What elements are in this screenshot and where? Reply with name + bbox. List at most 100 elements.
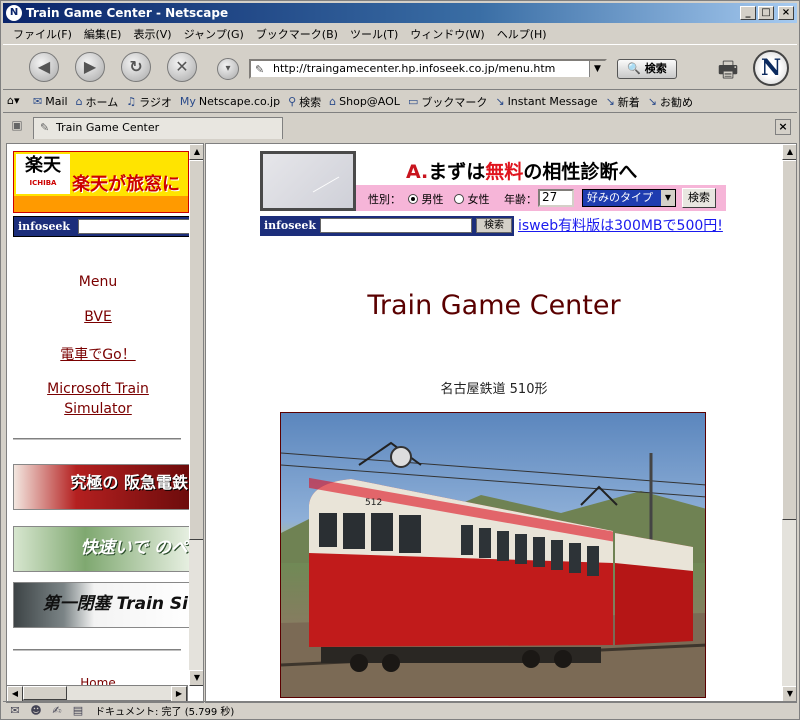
menu-bar: ファイル(F) 編集(E) 表示(V) ジャンプ(G) ブックマーク(B) ツー… <box>3 24 797 43</box>
stop-button[interactable]: ✕ <box>167 52 197 82</box>
infoseek-search-button[interactable]: 検索 <box>476 218 512 233</box>
mail-icon: ✉ <box>33 95 43 108</box>
search-icon: ⚲ <box>288 95 297 108</box>
minimize-button[interactable]: _ <box>740 6 756 20</box>
scroll-right-icon[interactable]: ▶ <box>171 686 187 702</box>
rakuten-slogan: 楽天が旅窓に <box>72 174 180 195</box>
train-illustration: 512 <box>281 441 705 697</box>
banner-first-block[interactable]: 第一閉塞 Train Si <box>13 582 189 628</box>
composer-icon[interactable]: ✍ <box>48 704 66 717</box>
train-window <box>371 513 393 551</box>
h-scroll-thumb[interactable] <box>23 686 67 700</box>
train-caption: 名古屋鉄道 510形 <box>440 382 548 397</box>
menu-view[interactable]: 表示(V) <box>127 26 177 42</box>
url-field[interactable]: ✎ http://traingamecenter.hp.infoseek.co.… <box>249 59 607 79</box>
infoseek-input-left[interactable] <box>78 219 189 234</box>
address-book-icon[interactable]: ▤ <box>69 704 87 717</box>
female-label: 女性 <box>467 193 490 206</box>
scroll-thumb[interactable] <box>782 160 796 520</box>
dating-ad[interactable]: A.まずは無料の相性診断へ 性別： 男性 女性 年齢： 27 好みのタイプ ▼ 検… <box>260 151 726 213</box>
mail-icon[interactable]: ✉ <box>6 704 24 717</box>
new-tab-icon[interactable]: ▣ <box>7 118 27 136</box>
rakuten-band <box>14 196 188 212</box>
back-button[interactable]: ◀ <box>29 52 59 82</box>
wheel <box>554 650 572 668</box>
close-tab-button[interactable]: × <box>775 119 791 135</box>
menu-go[interactable]: ジャンプ(G) <box>178 26 250 42</box>
train-window <box>343 513 365 549</box>
scroll-down-icon[interactable]: ▼ <box>189 670 203 686</box>
link-densha-de-go[interactable]: 電車でGo！ <box>7 344 189 364</box>
print-icon[interactable]: 🖶 <box>713 53 743 83</box>
netscape-logo-icon[interactable]: N <box>753 50 789 86</box>
link-bve[interactable]: BVE <box>7 309 189 325</box>
tab-train-game-center[interactable]: ✎ Train Game Center <box>33 117 283 139</box>
scroll-left-icon[interactable]: ◀ <box>7 686 23 702</box>
male-radio[interactable]: 男性 <box>408 191 444 207</box>
scroll-up-icon[interactable]: ▲ <box>189 144 203 160</box>
type-select-value: 好みのタイプ <box>587 191 653 204</box>
rakuten-logo-sub: ICHIBA <box>29 179 57 187</box>
scroll-up-icon[interactable]: ▲ <box>782 144 796 160</box>
toolbar-im-label: Instant Message <box>507 95 598 108</box>
ad-form: 性別： 男性 女性 年齢： 27 好みのタイプ ▼ 検索 <box>356 185 726 211</box>
banner-hankyu[interactable]: 究極の 阪急電鉄 <box>13 464 189 510</box>
toolbar-home[interactable]: ⌂ ホーム <box>76 94 119 110</box>
reload-button[interactable]: ↻ <box>121 52 151 82</box>
infoseek-input-right[interactable] <box>320 218 472 233</box>
type-select[interactable]: 好みのタイプ ▼ <box>582 189 676 207</box>
toolbar-bookmarks[interactable]: ▭ ブックマーク <box>408 94 487 110</box>
train-window <box>399 515 421 553</box>
scroll-thumb[interactable] <box>189 160 203 540</box>
left-vertical-scrollbar[interactable]: ▲ ▼ <box>189 144 203 686</box>
scroll-down-icon[interactable]: ▼ <box>782 686 796 702</box>
toolbar-bookmarks-label: ブックマーク <box>421 95 488 109</box>
toolbar-home-label: ホーム <box>85 95 119 109</box>
toolbar-netscape[interactable]: My Netscape.co.jp <box>180 95 280 108</box>
menu-tools[interactable]: ツール(T) <box>344 26 404 42</box>
rakuten-logo: 楽天 ICHIBA <box>16 154 70 194</box>
toolbar-recommend[interactable]: ↘ お勧め <box>648 94 693 110</box>
female-radio[interactable]: 女性 <box>454 191 490 207</box>
menu-help[interactable]: ヘルプ(H) <box>491 26 553 42</box>
train-window <box>319 513 337 547</box>
page-title: Train Game Center <box>367 290 621 321</box>
status-text: ドキュメント: 完了 (5.799 秒) <box>95 707 235 718</box>
navigation-toolbar: ◀ ▶ ↻ ✕ ▾ ✎ http://traingamecenter.hp.in… <box>3 44 797 90</box>
browser-window: N Train Game Center - Netscape _ □ × ファイ… <box>0 0 800 720</box>
toolbar-shop[interactable]: ⌂ Shop@AOL <box>329 95 400 108</box>
menu-window[interactable]: ウィンドウ(W) <box>404 26 490 42</box>
toolbar-search-label: 検索 <box>299 95 322 109</box>
toolbar-im[interactable]: ↘ Instant Message <box>495 95 597 108</box>
rakuten-logo-text: 楽天 <box>25 155 61 176</box>
tab-bar: ▣ ✎ Train Game Center × <box>3 114 797 142</box>
im-icon[interactable]: ☻ <box>27 704 45 717</box>
toolbar-radio[interactable]: ♫ ラジオ <box>126 94 172 110</box>
right-vertical-scrollbar[interactable]: ▲ ▼ <box>782 144 796 702</box>
home-tab-icon[interactable]: ⌂▾ <box>7 94 29 110</box>
toolbar-shop-label: Shop@AOL <box>339 95 400 108</box>
menu-edit[interactable]: 編集(E) <box>78 26 128 42</box>
infoseek-search-right: infoseek 検索 <box>260 216 514 236</box>
menu-bookmarks[interactable]: ブックマーク(B) <box>250 26 344 42</box>
menu-file[interactable]: ファイル(F) <box>7 26 78 42</box>
close-button[interactable]: × <box>778 6 794 20</box>
url-dropdown-icon[interactable]: ▼ <box>589 61 605 77</box>
link-ms-train-simulator[interactable]: Microsoft Train Simulator <box>7 379 189 419</box>
toolbar-search[interactable]: ⚲ 検索 <box>288 94 321 110</box>
title-bar: N Train Game Center - Netscape _ □ × <box>3 3 797 23</box>
toolbar-new[interactable]: ↘ 新着 <box>606 94 640 110</box>
history-dropdown-button[interactable]: ▾ <box>217 58 239 80</box>
search-button[interactable]: 🔍 検索 <box>617 59 677 79</box>
maximize-button[interactable]: □ <box>758 6 774 20</box>
forward-button[interactable]: ▶ <box>75 52 105 82</box>
age-input[interactable]: 27 <box>538 189 574 207</box>
toolbar-mail[interactable]: ✉ Mail <box>33 95 68 108</box>
ad-search-button[interactable]: 検索 <box>682 188 716 208</box>
left-horizontal-scrollbar[interactable]: ◀ ▶ <box>6 685 188 702</box>
isweb-link[interactable]: isweb有料版は300MBで500円! <box>518 215 723 235</box>
pantograph <box>358 441 422 466</box>
banner-rapid[interactable]: 快速いで のペ <box>13 526 189 572</box>
rakuten-banner[interactable]: 楽天 ICHIBA 楽天が旅窓に <box>13 151 189 213</box>
personal-toolbar: ⌂▾ ✉ Mail ⌂ ホーム ♫ ラジオ My Netscape.co.jp ⚲ 検索 … <box>3 91 797 113</box>
